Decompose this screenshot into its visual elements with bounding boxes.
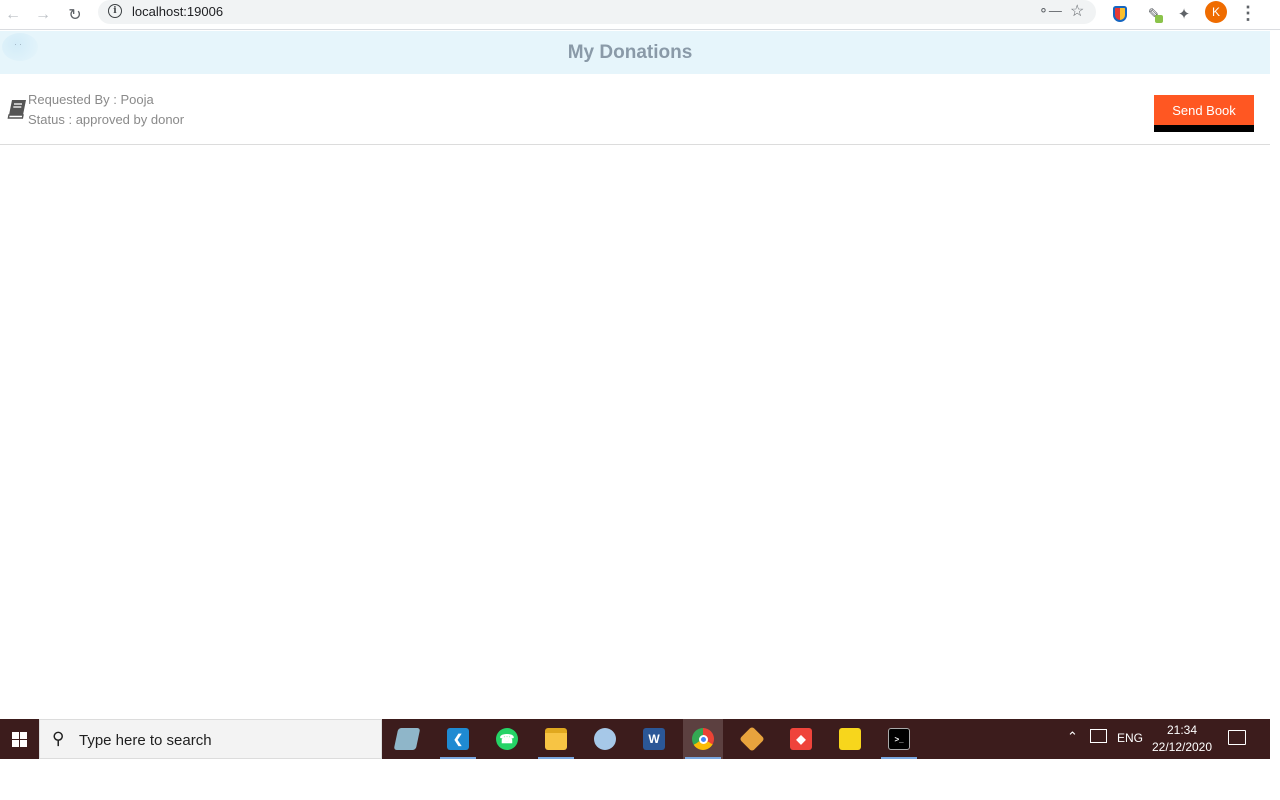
language-indicator[interactable]: ENG bbox=[1117, 731, 1143, 745]
list-item: Requested By : Pooja Status : approved b… bbox=[0, 74, 1270, 145]
network-icon[interactable] bbox=[1090, 729, 1107, 743]
star-icon[interactable]: ☆ bbox=[1070, 1, 1084, 21]
search-icon: ⚲ bbox=[52, 729, 65, 748]
notification-icon[interactable] bbox=[1228, 730, 1246, 745]
book-icon bbox=[7, 100, 26, 119]
sticky-notes-icon[interactable] bbox=[830, 719, 870, 759]
page-title: My Donations bbox=[567, 42, 693, 63]
info-icon[interactable]: i bbox=[108, 4, 122, 18]
clock-date: 22/12/2020 bbox=[1151, 740, 1213, 754]
shield-extension-icon[interactable] bbox=[1109, 3, 1131, 25]
pen-extension-icon[interactable]: ✎ bbox=[1143, 3, 1165, 25]
terminal-icon[interactable]: >_ bbox=[879, 719, 919, 759]
paint-icon[interactable] bbox=[585, 719, 625, 759]
requested-by-text: Requested By : Pooja bbox=[28, 92, 154, 107]
clock-time: 21:34 bbox=[1166, 723, 1198, 737]
chrome-icon[interactable] bbox=[683, 719, 723, 759]
key-icon[interactable]: ⚬― bbox=[1038, 3, 1062, 19]
anydesk-icon[interactable]: ◆ bbox=[781, 719, 821, 759]
app-header: ·· My Donations bbox=[0, 31, 1270, 74]
arrow-right-icon[interactable]: → bbox=[31, 3, 55, 27]
reload-icon[interactable]: ↻ bbox=[63, 3, 87, 27]
profile-avatar[interactable]: K bbox=[1205, 1, 1227, 23]
send-book-button[interactable]: Send Book bbox=[1154, 95, 1254, 132]
browser-toolbar: ← → ↻ i localhost:19006 ⚬― ☆ ✎ ✦ K ⋮ bbox=[0, 0, 1280, 30]
vscode-icon[interactable]: ❮ bbox=[438, 719, 478, 759]
whatsapp-icon[interactable]: ☎ bbox=[487, 719, 527, 759]
word-icon[interactable]: W bbox=[634, 719, 674, 759]
puzzle-icon[interactable]: ✦ bbox=[1173, 3, 1195, 25]
windows-start-icon[interactable] bbox=[0, 719, 38, 759]
more-vert-icon[interactable]: ⋮ bbox=[1238, 2, 1258, 24]
taskbar: ⚲ Type here to search ❮ ☎ W ◆ >_ ⌃ ENG 2… bbox=[0, 719, 1270, 759]
address-bar[interactable]: i localhost:19006 ⚬― ☆ bbox=[98, 0, 1096, 24]
url-text[interactable]: localhost:19006 bbox=[132, 4, 223, 19]
note-app-icon[interactable] bbox=[387, 719, 427, 759]
file-explorer-icon[interactable] bbox=[536, 719, 576, 759]
arrow-left-icon[interactable]: ← bbox=[1, 3, 25, 27]
clock[interactable]: 21:34 22/12/2020 bbox=[1150, 722, 1214, 756]
search-placeholder: Type here to search bbox=[79, 732, 212, 749]
taskbar-search[interactable]: ⚲ Type here to search bbox=[39, 719, 382, 759]
status-text: Status : approved by donor bbox=[28, 112, 185, 127]
chevron-up-icon[interactable]: ⌃ bbox=[1067, 729, 1078, 745]
git-icon[interactable] bbox=[732, 719, 772, 759]
